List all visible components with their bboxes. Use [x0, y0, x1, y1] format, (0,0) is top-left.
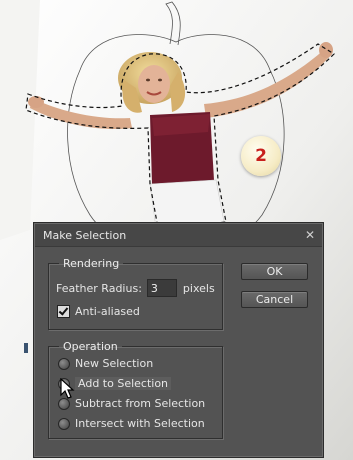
option-new-selection[interactable]: New Selection: [58, 357, 153, 370]
step-number-badge: 2: [241, 136, 281, 176]
anti-aliased-label: Anti-aliased: [75, 305, 140, 318]
new-selection-radio[interactable]: [58, 357, 70, 370]
feather-radius-input[interactable]: [146, 279, 177, 297]
dialog-titlebar[interactable]: Make Selection ✕: [35, 224, 322, 247]
ok-button[interactable]: OK: [241, 263, 308, 280]
option-intersect-with-selection[interactable]: Intersect with Selection: [58, 417, 205, 430]
make-selection-dialog: Make Selection ✕ Rendering Feather Radiu…: [33, 222, 324, 458]
dialog-title: Make Selection: [43, 229, 127, 242]
rendering-legend: Rendering: [63, 257, 120, 270]
cancel-button[interactable]: Cancel: [241, 291, 308, 308]
close-icon[interactable]: ✕: [305, 228, 315, 242]
new-selection-label: New Selection: [75, 357, 154, 370]
feather-radius-row: Feather Radius: pixels: [56, 279, 215, 297]
feather-radius-unit: pixels: [182, 281, 215, 295]
anti-aliased-checkbox[interactable]: [57, 305, 70, 318]
intersect-with-selection-label: Intersect with Selection: [75, 417, 205, 430]
mouse-pointer-icon: [60, 378, 75, 399]
add-to-selection-label: Add to Selection: [75, 377, 172, 390]
anti-aliased-row[interactable]: Anti-aliased: [57, 305, 140, 318]
option-subtract-from-selection[interactable]: Subtract from Selection: [58, 397, 205, 410]
intersect-with-selection-radio[interactable]: [58, 417, 70, 430]
operation-legend: Operation: [63, 340, 118, 353]
subtract-from-selection-label: Subtract from Selection: [75, 397, 206, 410]
feather-radius-label: Feather Radius:: [56, 281, 142, 295]
